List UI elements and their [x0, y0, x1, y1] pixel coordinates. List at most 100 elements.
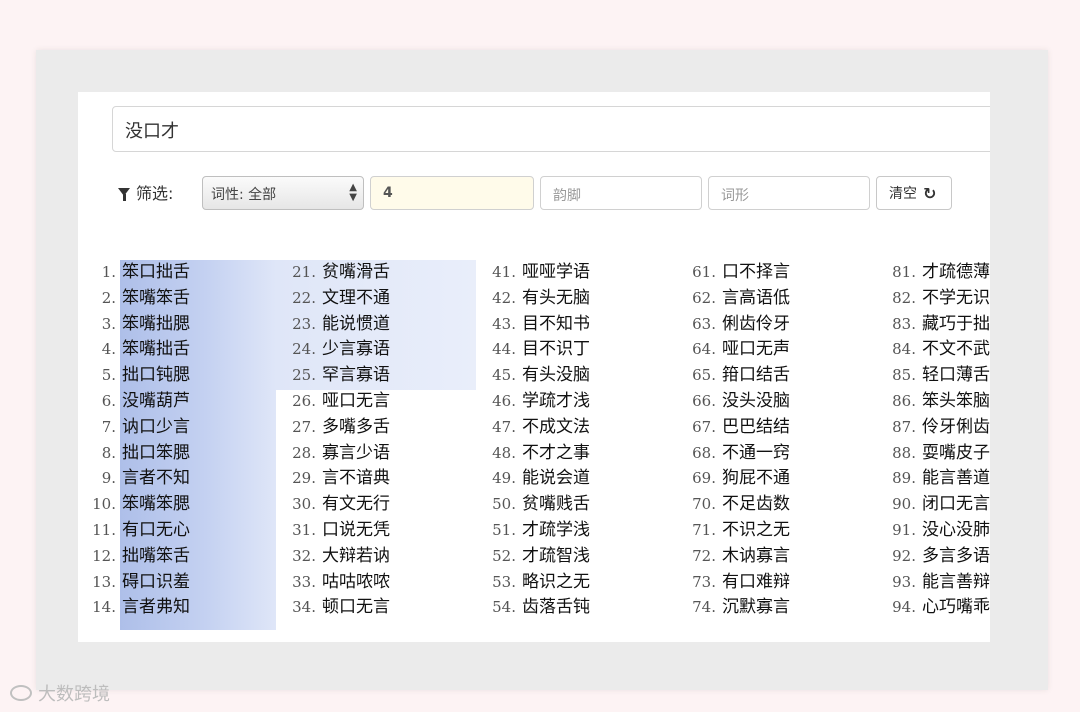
list-item[interactable]: 70. 不足齿数 [678, 492, 878, 518]
list-item[interactable]: 83. 藏巧于拙 [878, 312, 990, 338]
list-item[interactable]: 21. 贫嘴滑舌 [278, 260, 478, 286]
list-item[interactable]: 8. 拙口笨腮 [78, 441, 278, 467]
item-number: 23. [292, 314, 316, 333]
list-item[interactable]: 84. 不文不武 [878, 337, 990, 363]
list-item[interactable]: 88. 耍嘴皮子 [878, 441, 990, 467]
list-item[interactable]: 93. 能言善辩 [878, 570, 990, 596]
list-item[interactable]: 63. 俐齿伶牙 [678, 312, 878, 338]
list-item[interactable]: 62. 言高语低 [678, 286, 878, 312]
list-item[interactable]: 25. 罕言寡语 [278, 363, 478, 389]
list-item[interactable]: 50. 贫嘴贱舌 [478, 492, 678, 518]
list-item[interactable]: 71. 不识之无 [678, 518, 878, 544]
length-input[interactable]: 4 [370, 176, 534, 210]
pos-select[interactable]: 词性: 全部 ▲ ▼ [202, 176, 364, 210]
list-item[interactable]: 41. 哑哑学语 [478, 260, 678, 286]
pos-select-value: 词性: 全部 [211, 187, 277, 203]
list-item[interactable]: 86. 笨头笨脑 [878, 389, 990, 415]
list-item[interactable]: 69. 狗屁不通 [678, 466, 878, 492]
item-number: 70. [692, 495, 716, 514]
list-item[interactable]: 74. 沉默寡言 [678, 595, 878, 621]
list-item[interactable]: 12. 拙嘴笨舌 [78, 544, 278, 570]
item-number: 68. [692, 443, 716, 462]
list-item[interactable]: 51. 才疏学浅 [478, 518, 678, 544]
list-item[interactable]: 81. 才疏德薄 [878, 260, 990, 286]
list-item[interactable]: 85. 轻口薄舌 [878, 363, 990, 389]
list-item[interactable]: 46. 学疏才浅 [478, 389, 678, 415]
item-word: 哑哑学语 [522, 262, 590, 282]
results-column: 41. 哑哑学语 42. 有头无脑 43. 目不知书 44. 目不识丁 45. 有头没脑 46. 学疏… [478, 260, 678, 621]
list-item[interactable]: 33. 咕咕哝哝 [278, 570, 478, 596]
list-item[interactable]: 24. 少言寡语 [278, 337, 478, 363]
rhyme-input[interactable]: 韵脚 [540, 176, 702, 210]
item-word: 大辩若讷 [322, 545, 390, 566]
list-item[interactable]: 91. 没心没肺 [878, 518, 990, 544]
list-item[interactable]: 94. 心巧嘴乖 [878, 595, 990, 621]
item-number: 72. [692, 546, 716, 565]
item-word: 口不择言 [722, 262, 790, 282]
list-item[interactable]: 28. 寡言少语 [278, 441, 478, 467]
watermark-logo-icon [10, 685, 32, 701]
filter-label: 筛选: [118, 180, 173, 204]
list-item[interactable]: 10. 笨嘴笨腮 [78, 492, 278, 518]
list-item[interactable]: 65. 箝口结舌 [678, 363, 878, 389]
list-item[interactable]: 29. 言不谙典 [278, 466, 478, 492]
item-word: 笨头笨脑 [922, 390, 990, 411]
list-item[interactable]: 31. 口说无凭 [278, 518, 478, 544]
list-item[interactable]: 14. 言者弗知 [78, 595, 278, 621]
list-item[interactable]: 73. 有口难辩 [678, 570, 878, 596]
item-number: 42. [492, 288, 516, 307]
item-number: 12. [92, 546, 116, 565]
list-item[interactable]: 5. 拙口钝腮 [78, 363, 278, 389]
form-input[interactable]: 词形 [708, 176, 870, 210]
item-word: 拙嘴笨舌 [122, 545, 190, 566]
list-item[interactable]: 32. 大辩若讷 [278, 544, 478, 570]
list-item[interactable]: 92. 多言多语 [878, 544, 990, 570]
item-word: 能言善辩 [922, 571, 990, 592]
list-item[interactable]: 61. 口不择言 [678, 260, 878, 286]
item-number: 2. [101, 288, 116, 307]
list-item[interactable]: 64. 哑口无声 [678, 337, 878, 363]
list-item[interactable]: 52. 才疏智浅 [478, 544, 678, 570]
list-item[interactable]: 45. 有头没脑 [478, 363, 678, 389]
item-number: 48. [492, 443, 516, 462]
list-item[interactable]: 13. 碍口识羞 [78, 570, 278, 596]
search-input[interactable]: 没口才 [112, 106, 990, 152]
list-item[interactable]: 89. 能言善道 [878, 466, 990, 492]
list-item[interactable]: 72. 木讷寡言 [678, 544, 878, 570]
list-item[interactable]: 53. 略识之无 [478, 570, 678, 596]
list-item[interactable]: 7. 讷口少言 [78, 415, 278, 441]
clear-button[interactable]: 清空 ↻ [876, 176, 952, 210]
list-item[interactable]: 3. 笨嘴拙腮 [78, 312, 278, 338]
list-item[interactable]: 42. 有头无脑 [478, 286, 678, 312]
item-word: 不足齿数 [722, 494, 790, 515]
list-item[interactable]: 66. 没头没脑 [678, 389, 878, 415]
list-item[interactable]: 49. 能说会道 [478, 466, 678, 492]
list-item[interactable]: 47. 不成文法 [478, 415, 678, 441]
item-number: 28. [292, 443, 316, 462]
list-item[interactable]: 6. 没嘴葫芦 [78, 389, 278, 415]
list-item[interactable]: 90. 闭口无言 [878, 492, 990, 518]
item-number: 51. [492, 520, 516, 539]
list-item[interactable]: 82. 不学无识 [878, 286, 990, 312]
list-item[interactable]: 1. 笨口拙舌 [78, 260, 278, 286]
list-item[interactable]: 54. 齿落舌钝 [478, 595, 678, 621]
list-item[interactable]: 9. 言者不知 [78, 466, 278, 492]
list-item[interactable]: 87. 伶牙俐齿 [878, 415, 990, 441]
list-item[interactable]: 27. 多嘴多舌 [278, 415, 478, 441]
list-item[interactable]: 30. 有文无行 [278, 492, 478, 518]
item-number: 26. [292, 391, 316, 410]
list-item[interactable]: 48. 不才之事 [478, 441, 678, 467]
list-item[interactable]: 43. 目不知书 [478, 312, 678, 338]
list-item[interactable]: 67. 巴巴结结 [678, 415, 878, 441]
list-item[interactable]: 22. 文理不通 [278, 286, 478, 312]
list-item[interactable]: 44. 目不识丁 [478, 337, 678, 363]
list-item[interactable]: 4. 笨嘴拙舌 [78, 337, 278, 363]
list-item[interactable]: 11. 有口无心 [78, 518, 278, 544]
list-item[interactable]: 68. 不通一窍 [678, 441, 878, 467]
item-number: 88. [892, 443, 916, 462]
list-item[interactable]: 34. 顿口无言 [278, 595, 478, 621]
list-item[interactable]: 26. 哑口无言 [278, 389, 478, 415]
list-item[interactable]: 23. 能说惯道 [278, 312, 478, 338]
list-item[interactable]: 2. 笨嘴笨舌 [78, 286, 278, 312]
item-number: 27. [292, 417, 316, 436]
